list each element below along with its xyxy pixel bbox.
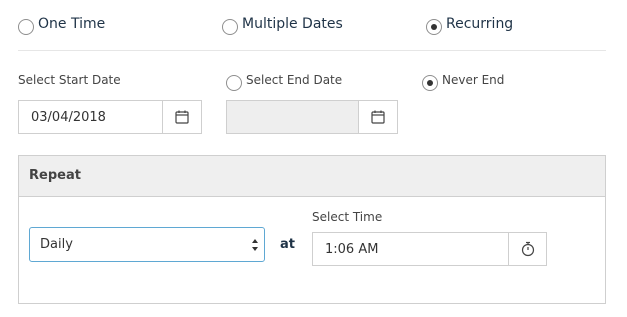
radio-never-end[interactable] — [422, 75, 438, 91]
end-date-calendar-button[interactable] — [358, 100, 398, 134]
label-recurring: Recurring — [446, 16, 514, 32]
radio-one-time[interactable] — [18, 19, 34, 35]
at-label: at — [280, 237, 295, 252]
time-input[interactable]: 1:06 AM — [312, 232, 509, 266]
repeat-panel-title: Repeat — [29, 168, 81, 183]
calendar-icon — [371, 110, 385, 124]
radio-recurring[interactable] — [426, 19, 442, 35]
radio-end-date[interactable] — [226, 75, 242, 91]
repeat-panel-header: Repeat — [19, 156, 605, 197]
start-date-label: Select Start Date — [18, 73, 121, 87]
calendar-icon — [175, 110, 189, 124]
select-time-label: Select Time — [312, 210, 383, 224]
frequency-select[interactable]: Daily — [29, 227, 265, 262]
start-date-calendar-button[interactable] — [162, 100, 202, 134]
label-one-time: One Time — [38, 16, 106, 32]
time-picker-button[interactable] — [508, 232, 547, 266]
label-multiple-dates: Multiple Dates — [242, 16, 343, 32]
radio-multiple-dates[interactable] — [222, 19, 238, 35]
select-arrows-icon — [252, 239, 258, 251]
divider — [18, 50, 606, 51]
timer-icon — [521, 241, 534, 257]
end-date-label: Select End Date — [246, 73, 343, 87]
start-date-input[interactable]: 03/04/2018 — [18, 100, 163, 134]
never-end-label: Never End — [442, 73, 505, 87]
end-date-input[interactable] — [226, 100, 359, 134]
frequency-select-value: Daily — [40, 237, 73, 252]
